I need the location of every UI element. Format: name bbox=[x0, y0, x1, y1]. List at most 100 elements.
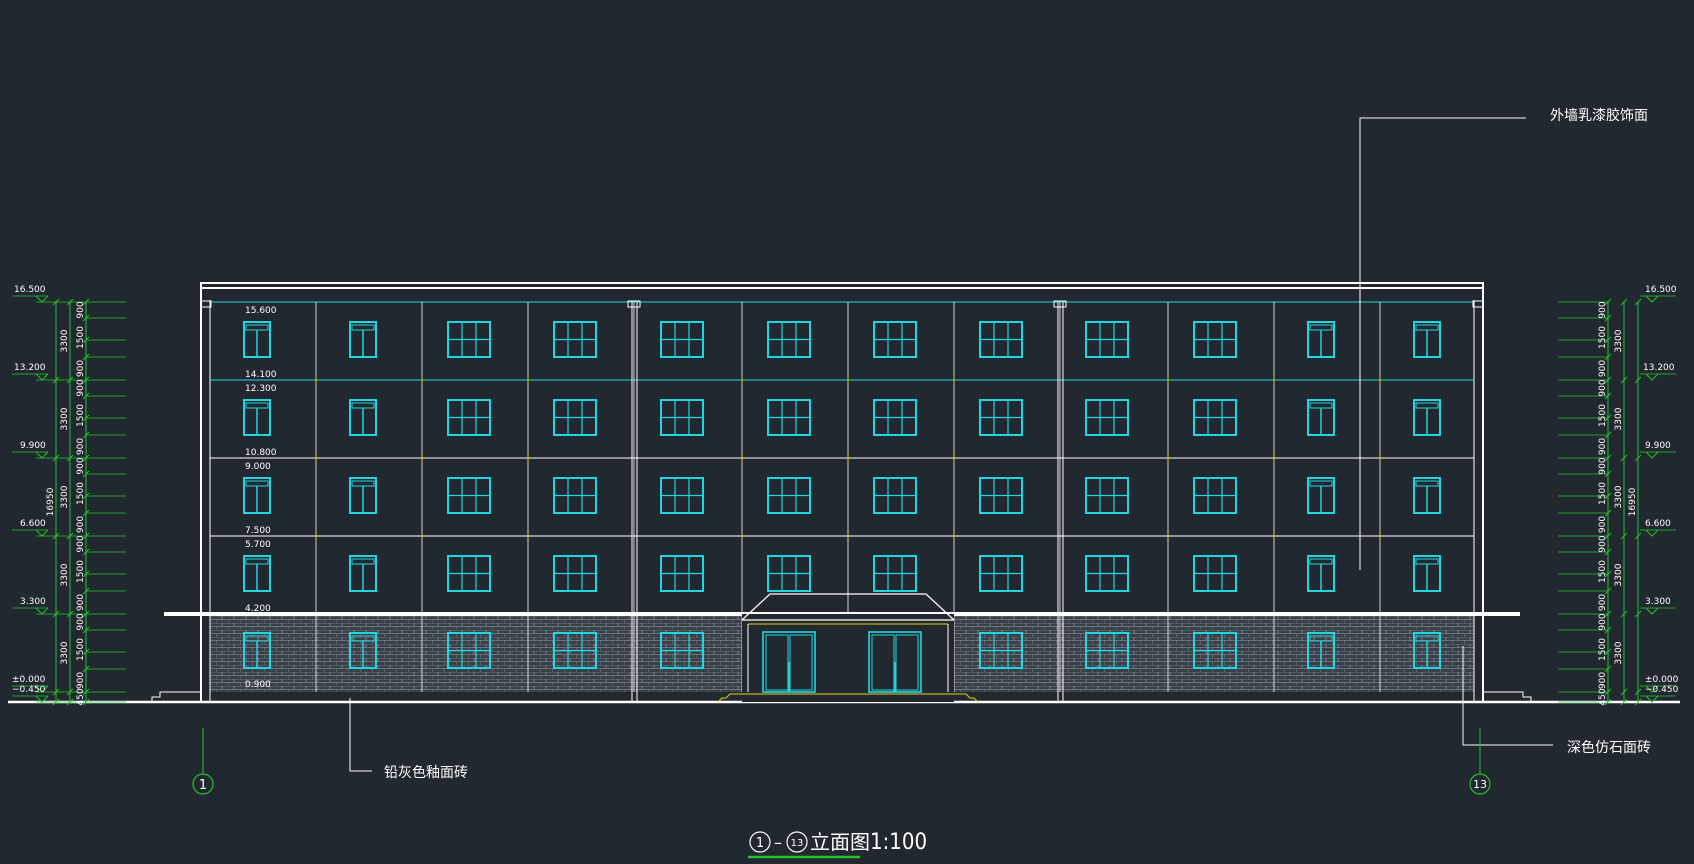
window bbox=[660, 321, 704, 358]
window bbox=[243, 555, 271, 592]
dimension-text: 1500 bbox=[1598, 560, 1608, 583]
building-elevation bbox=[8, 282, 1680, 704]
window bbox=[447, 321, 491, 358]
window bbox=[447, 555, 491, 592]
dimension-total-text: 16950 bbox=[1628, 487, 1638, 516]
axis-marker-right: 13 bbox=[1469, 728, 1491, 795]
dimension-text: 900 bbox=[1598, 438, 1608, 455]
step-left bbox=[151, 691, 201, 702]
elevation-marker bbox=[35, 607, 49, 615]
dimension-text: 900 bbox=[76, 516, 86, 533]
dimension-text: 900 bbox=[76, 672, 86, 689]
dimension-text: 900 bbox=[1598, 360, 1608, 377]
elevation-marker bbox=[1645, 529, 1659, 537]
window bbox=[1413, 321, 1441, 358]
elevation-right-minus-0450: −0.450 bbox=[1645, 685, 1679, 695]
window bbox=[243, 399, 271, 436]
dimension-text: 900 bbox=[76, 438, 86, 455]
dimension-text: 3300 bbox=[60, 563, 70, 586]
window bbox=[979, 477, 1023, 514]
dimension-text: 900 bbox=[1598, 535, 1608, 552]
window bbox=[349, 555, 377, 592]
annotation-bottom-left-group: 铅灰色釉面砖 bbox=[349, 698, 468, 781]
elevation-marker bbox=[35, 529, 49, 537]
elevation-labels-left: 16.500 13.200 9.900 6.600 3.300 ±0.000 −… bbox=[12, 285, 46, 695]
window bbox=[660, 555, 704, 592]
dimension-chain-left: 4509001500900900150090090015009009001500… bbox=[12, 295, 126, 706]
window-level-4200: 4.200 bbox=[245, 604, 271, 614]
window bbox=[243, 477, 271, 514]
window-level-10800: 10.800 bbox=[245, 448, 277, 458]
window bbox=[349, 477, 377, 514]
window bbox=[767, 399, 811, 436]
dimension-text: 3300 bbox=[60, 485, 70, 508]
dimension-text: 900 bbox=[76, 457, 86, 474]
dimension-text: 1500 bbox=[1598, 326, 1608, 349]
elevation-labels-right: 16.500 13.200 9.900 6.600 3.300 ±0.000 −… bbox=[1643, 285, 1679, 695]
elevation-right-16500: 16.500 bbox=[1645, 285, 1677, 295]
elevation-left-13200: 13.200 bbox=[14, 363, 46, 373]
dimension-text: 900 bbox=[76, 360, 86, 377]
dimension-text: 1500 bbox=[1598, 638, 1608, 661]
dimension-text: 900 bbox=[1598, 379, 1608, 396]
annotation-bottom-left: 铅灰色釉面砖 bbox=[384, 764, 468, 781]
drawing-title: 1 – 13 立面图 1:100 bbox=[748, 830, 927, 859]
dimension-text: 3300 bbox=[1614, 407, 1624, 430]
window-level-9000: 9.000 bbox=[245, 462, 271, 472]
window bbox=[1085, 477, 1129, 514]
dimension-text: 900 bbox=[76, 379, 86, 396]
window bbox=[1085, 321, 1129, 358]
title-axis-end: 13 bbox=[791, 838, 804, 849]
roof-parapet bbox=[200, 282, 1484, 289]
dimension-text: 1500 bbox=[76, 404, 86, 427]
dimension-text: 3300 bbox=[1614, 563, 1624, 586]
window-level-12300: 12.300 bbox=[245, 384, 277, 394]
elevation-marker bbox=[35, 451, 49, 459]
step-right bbox=[1483, 691, 1532, 702]
leader-line-top-right bbox=[1359, 117, 1526, 570]
window bbox=[447, 477, 491, 514]
dimension-text: 1500 bbox=[1598, 404, 1608, 427]
axis-label-right: 13 bbox=[1473, 778, 1487, 791]
elevation-left-3300: 3.300 bbox=[20, 597, 46, 607]
elevation-marker bbox=[1645, 295, 1659, 303]
dimension-text: 3300 bbox=[1614, 641, 1624, 664]
dimension-text: 900 bbox=[1598, 301, 1608, 318]
window bbox=[1193, 477, 1237, 514]
window bbox=[1193, 321, 1237, 358]
window bbox=[1307, 321, 1335, 358]
window bbox=[1193, 399, 1237, 436]
dimension-total-text: 16950 bbox=[46, 487, 56, 516]
dimension-text: 3300 bbox=[60, 329, 70, 352]
dimension-text: 3300 bbox=[60, 407, 70, 430]
elevation-left-16500: 16.500 bbox=[14, 285, 46, 295]
elevation-marker bbox=[1645, 373, 1659, 381]
leader-line-bottom-left bbox=[349, 698, 372, 772]
dimension-text: 900 bbox=[1598, 672, 1608, 689]
leader-line-bottom-right bbox=[1462, 646, 1553, 746]
window bbox=[1085, 555, 1129, 592]
window bbox=[873, 399, 917, 436]
window-level-5700: 5.700 bbox=[245, 540, 271, 550]
window bbox=[660, 399, 704, 436]
window bbox=[979, 321, 1023, 358]
window bbox=[349, 321, 377, 358]
elevation-right-0000: ±0.000 bbox=[1645, 675, 1679, 685]
elevation-right-3300: 3.300 bbox=[1645, 597, 1671, 607]
window bbox=[873, 555, 917, 592]
elevation-marker bbox=[35, 295, 49, 303]
window-level-14100: 14.100 bbox=[245, 370, 277, 380]
window bbox=[553, 477, 597, 514]
dimension-text: 3300 bbox=[1614, 485, 1624, 508]
axis-marker-left: 1 bbox=[192, 728, 214, 795]
title-text: 立面图 bbox=[810, 830, 870, 854]
axis-label-left: 1 bbox=[199, 778, 207, 793]
dimension-text: 900 bbox=[1598, 457, 1608, 474]
window bbox=[1307, 477, 1335, 514]
window bbox=[553, 321, 597, 358]
dimension-text: 1500 bbox=[76, 560, 86, 583]
window bbox=[767, 555, 811, 592]
window bbox=[1413, 477, 1441, 514]
dimension-text: 900 bbox=[76, 301, 86, 318]
window bbox=[553, 399, 597, 436]
